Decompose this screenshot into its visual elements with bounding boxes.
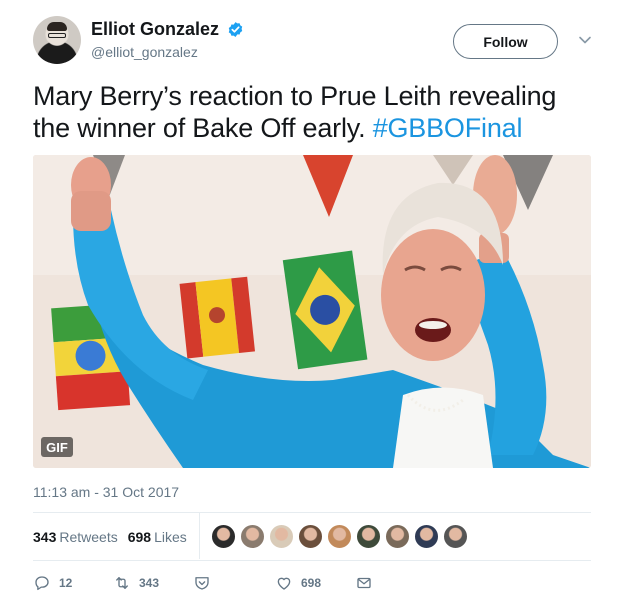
retweet-button[interactable]: 343 bbox=[113, 571, 159, 595]
tweet-text: Mary Berry’s reaction to Prue Leith reve… bbox=[33, 80, 593, 144]
gif-frame bbox=[33, 155, 591, 468]
tweet-timestamp[interactable]: 11:13 am - 31 Oct 2017 bbox=[33, 484, 179, 500]
retweets-stat[interactable]: 343 Retweets bbox=[33, 529, 118, 545]
likes-stat[interactable]: 698 Likes bbox=[128, 529, 187, 545]
avatar-glasses bbox=[48, 33, 66, 38]
reply-count: 12 bbox=[59, 576, 73, 590]
envelope-icon bbox=[357, 577, 371, 589]
liker-avatar[interactable] bbox=[443, 524, 468, 549]
like-count: 698 bbox=[301, 576, 322, 590]
likes-label: Likes bbox=[154, 529, 187, 545]
tweet-gif[interactable]: GIF bbox=[33, 155, 591, 468]
likes-count: 698 bbox=[127, 529, 152, 545]
liker-avatar[interactable] bbox=[385, 524, 410, 549]
retweet-icon bbox=[116, 577, 128, 589]
liker-avatar[interactable] bbox=[269, 524, 294, 549]
shield-button[interactable] bbox=[193, 571, 211, 595]
user-handle[interactable]: @elliot_gonzalez bbox=[91, 44, 244, 60]
stats-separator bbox=[199, 513, 200, 559]
follow-button[interactable]: Follow bbox=[453, 24, 558, 59]
verified-badge-icon bbox=[229, 22, 243, 37]
hashtag-link[interactable]: #GBBOFinal bbox=[373, 113, 523, 143]
display-name[interactable]: Elliot Gonzalez bbox=[91, 19, 219, 40]
avatar[interactable] bbox=[33, 16, 81, 64]
tweet-header: Elliot Gonzalez @elliot_gonzalez Follow bbox=[33, 14, 593, 70]
divider-top bbox=[33, 512, 591, 513]
retweets-label: Retweets bbox=[59, 529, 118, 545]
divider-bottom bbox=[33, 560, 591, 561]
reply-button[interactable]: 12 bbox=[33, 571, 72, 595]
chevron-down-icon[interactable] bbox=[577, 32, 593, 48]
heart-icon bbox=[277, 577, 291, 590]
reply-icon bbox=[35, 576, 49, 591]
tweet-stats: 343 Retweets 698 Likes bbox=[33, 526, 197, 548]
shield-icon bbox=[195, 577, 209, 590]
user-name-block[interactable]: Elliot Gonzalez @elliot_gonzalez bbox=[91, 19, 244, 60]
liker-avatar[interactable] bbox=[298, 524, 323, 549]
direct-message-button[interactable] bbox=[355, 571, 373, 595]
liker-avatar[interactable] bbox=[211, 524, 236, 549]
gif-badge: GIF bbox=[41, 437, 73, 457]
avatar-hair bbox=[47, 22, 67, 31]
tweet-actions: 12 343 698 bbox=[33, 571, 593, 595]
liker-avatar[interactable] bbox=[327, 524, 352, 549]
liker-avatar[interactable] bbox=[240, 524, 265, 549]
liker-avatar[interactable] bbox=[356, 524, 381, 549]
retweet-count: 343 bbox=[139, 576, 160, 590]
like-button[interactable]: 698 bbox=[275, 571, 321, 595]
retweets-count: 343 bbox=[33, 529, 57, 545]
liker-avatar[interactable] bbox=[414, 524, 439, 549]
liker-avatars bbox=[211, 524, 472, 550]
